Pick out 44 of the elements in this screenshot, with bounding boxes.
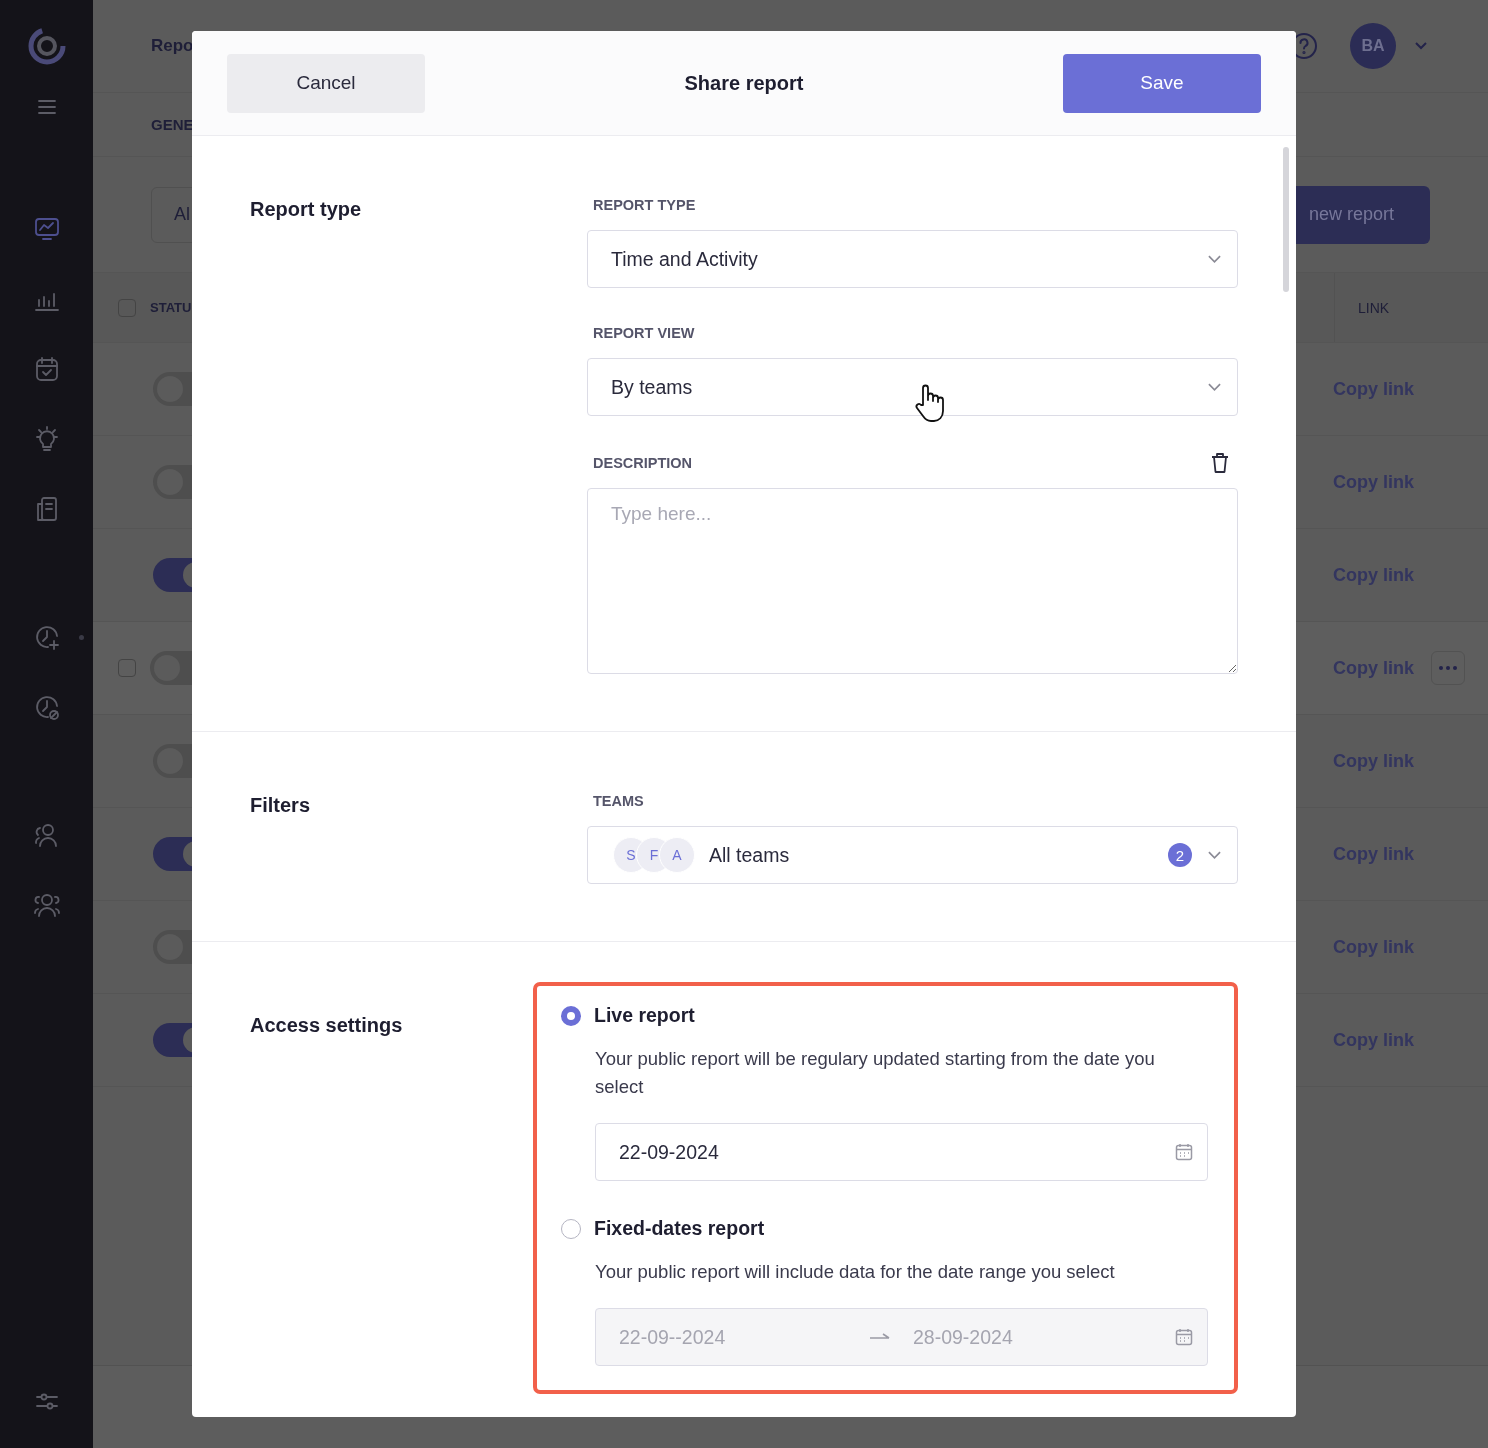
field-label: DESCRIPTION [592, 454, 693, 472]
team-avatar: A [659, 837, 695, 873]
option-description: Your public report will include data for the date range you select [595, 1260, 1116, 1284]
more-button[interactable] [1431, 651, 1465, 685]
tab[interactable]: GENE [151, 116, 194, 133]
count-badge: 2 [1168, 843, 1192, 867]
scrollbar[interactable] [1283, 147, 1289, 292]
teams-select[interactable]: S F A All teams 2 [587, 826, 1238, 884]
column-header: LINK [1334, 273, 1488, 342]
chevron-down-icon [1208, 851, 1221, 859]
calendar-icon [1175, 1143, 1193, 1161]
dot-icon [78, 635, 84, 640]
date-field[interactable]: 22-09-2024 [595, 1123, 1208, 1181]
chevron-down-icon [1208, 255, 1221, 263]
column-header: STATU [150, 300, 192, 315]
option-description: Your public report will be regulary updated starting from the date you select [595, 1047, 1156, 1099]
dialog-title: Share report [684, 71, 804, 95]
field-label: REPORT TYPE [592, 196, 697, 214]
report-view-select[interactable]: By teams [587, 358, 1238, 416]
section-heading: Report type [250, 198, 363, 222]
radio-button[interactable] [561, 1005, 581, 1026]
option-label[interactable]: Live report [594, 1004, 695, 1027]
arrow-right-icon [869, 1332, 891, 1342]
page-title: Repo [151, 36, 194, 56]
user-avatar[interactable]: BA [1350, 23, 1396, 69]
section-heading: Access settings [250, 1014, 404, 1038]
trash-icon[interactable] [1210, 452, 1230, 474]
chevron-down-icon [1208, 383, 1221, 391]
field-label: TEAMS [592, 792, 645, 810]
save-button[interactable]: Save [1063, 53, 1261, 113]
date-range-field[interactable]: 22-09--2024 28-09-2024 [595, 1308, 1208, 1366]
chevron-down-icon[interactable] [1414, 41, 1428, 51]
checkbox[interactable] [118, 659, 136, 677]
monitor-icon[interactable] [32, 215, 61, 243]
section-heading: Filters [250, 794, 312, 818]
logo-icon[interactable] [26, 26, 67, 66]
users-icon[interactable] [32, 891, 61, 919]
more-icon [1439, 666, 1457, 670]
description-field[interactable]: Type here... [587, 488, 1238, 674]
report-type-select[interactable]: Time and Activity [587, 230, 1238, 288]
calendar-icon [1175, 1328, 1193, 1346]
option-label[interactable]: Fixed-dates report [594, 1217, 765, 1240]
cancel-button[interactable]: Cancel [227, 53, 425, 113]
field-label: REPORT VIEW [592, 324, 696, 342]
